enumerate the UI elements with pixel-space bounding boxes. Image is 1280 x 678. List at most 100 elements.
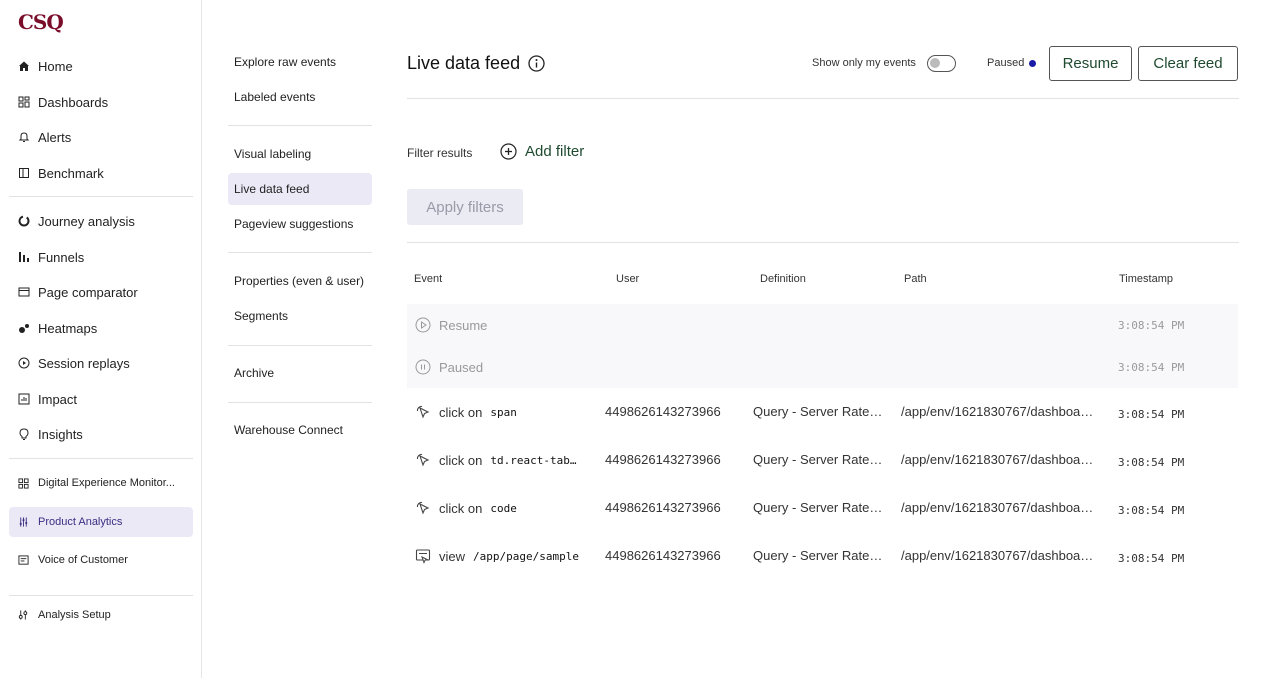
bell-icon xyxy=(18,131,36,143)
nav-page-comparator[interactable]: Page comparator xyxy=(9,277,193,307)
column-header-path[interactable]: Path xyxy=(904,273,927,285)
system-row-resume: Resume 3:08:54 PM xyxy=(407,304,1238,346)
info-icon[interactable] xyxy=(528,55,545,72)
definition-cell: Query - Server Rate Lim... xyxy=(753,452,883,467)
window-icon xyxy=(18,286,36,298)
subnav-visual-labeling[interactable]: Visual labeling xyxy=(228,138,372,170)
nav-label: Page comparator xyxy=(38,284,138,300)
nav-insights[interactable]: Insights xyxy=(9,419,193,449)
system-row-paused: Paused 3:08:54 PM xyxy=(407,346,1238,388)
settings-sliders-icon xyxy=(18,609,36,621)
table-row[interactable]: click on span 4498626143273966 Query - S… xyxy=(407,389,1238,435)
column-header-user[interactable]: User xyxy=(616,273,639,285)
nav-label: Analysis Setup xyxy=(38,609,111,621)
play-circle-icon xyxy=(415,317,431,333)
nav-divider xyxy=(9,595,193,596)
definition-cell: Query - Server Rate Lim... xyxy=(753,500,883,515)
definition-cell: Query - Server Rate Lim... xyxy=(753,548,883,563)
book-icon xyxy=(18,167,36,179)
toggle-knob xyxy=(930,58,940,68)
column-header-definition[interactable]: Definition xyxy=(760,273,806,285)
event-action: click on xyxy=(439,404,483,420)
pointer-click-icon xyxy=(415,500,431,516)
nav-impact[interactable]: Impact xyxy=(9,384,193,414)
nav-journey-analysis[interactable]: Journey analysis xyxy=(9,206,193,236)
nav-benchmark[interactable]: Benchmark xyxy=(9,158,193,188)
nav-session-replays[interactable]: Session replays xyxy=(9,348,193,378)
nav-dashboards[interactable]: Dashboards xyxy=(9,87,193,117)
subnav-live-data-feed[interactable]: Live data feed xyxy=(228,173,372,205)
subnav-pageview-suggestions[interactable]: Pageview suggestions xyxy=(228,208,372,240)
timestamp: 3:08:54 PM xyxy=(1118,552,1185,565)
apply-filters-button[interactable]: Apply filters xyxy=(407,189,523,225)
nav-digital-experience-monitor[interactable]: Digital Experience Monitor... xyxy=(9,468,193,498)
column-header-timestamp[interactable]: Timestamp xyxy=(1119,273,1173,285)
subnav-divider xyxy=(228,345,372,346)
nav-funnels[interactable]: Funnels xyxy=(9,242,193,272)
nav-divider xyxy=(9,196,193,197)
event-cell: view /app/page/sample xyxy=(415,548,579,564)
timestamp: 3:08:54 PM xyxy=(1118,456,1185,469)
subnav-segments[interactable]: Segments xyxy=(228,300,372,332)
path-cell: /app/env/1621830767/dashboards xyxy=(901,548,1096,563)
subnav-warehouse-connect[interactable]: Warehouse Connect xyxy=(228,414,372,446)
nav-label: Journey analysis xyxy=(38,213,135,229)
column-header-event[interactable]: Event xyxy=(414,273,442,285)
nav-label: Funnels xyxy=(38,249,85,265)
chat-box-icon xyxy=(18,554,36,566)
nav-heatmaps[interactable]: Heatmaps xyxy=(9,313,193,343)
show-my-events-label: Show only my events xyxy=(812,57,916,69)
resume-button[interactable]: Resume xyxy=(1049,46,1132,81)
nav-voice-of-customer[interactable]: Voice of Customer xyxy=(9,545,193,575)
path-cell: /app/env/1621830767/dashboards xyxy=(901,452,1096,467)
nav-product-analytics[interactable]: Product Analytics xyxy=(9,507,193,537)
event-target: td.react-table-cell xyxy=(490,453,583,467)
timestamp: 3:08:54 PM xyxy=(1118,319,1185,332)
nav-label: Home xyxy=(38,58,73,74)
subnav-properties[interactable]: Properties (even & user) xyxy=(228,265,372,297)
path-cell: /app/env/1621830767/dashboards xyxy=(901,500,1096,515)
user-cell: 4498626143273966 xyxy=(605,404,721,419)
subnav-divider xyxy=(228,402,372,403)
system-event-label: Paused xyxy=(439,359,484,375)
left-nav: CSQ Home Dashboards Alerts Benchmark Jou… xyxy=(0,0,202,678)
nav-label: Alerts xyxy=(38,129,72,145)
nav-label: Voice of Customer xyxy=(38,554,128,566)
play-circle-icon xyxy=(18,357,36,369)
subnav-labeled-events[interactable]: Labeled events xyxy=(228,81,372,113)
sub-nav: Explore raw events Labeled events Visual… xyxy=(202,0,382,678)
page-view-icon xyxy=(415,548,431,564)
sliders-icon xyxy=(18,516,36,528)
nav-label: Dashboards xyxy=(38,94,109,110)
table-row[interactable]: click on code 4498626143273966 Query - S… xyxy=(407,485,1238,531)
nav-analysis-setup[interactable]: Analysis Setup xyxy=(9,600,193,630)
subnav-explore-raw-events[interactable]: Explore raw events xyxy=(228,46,372,78)
nav-divider xyxy=(9,458,193,459)
definition-cell: Query - Server Rate Lim... xyxy=(753,404,883,419)
monitor-grid-icon xyxy=(18,477,36,489)
event-target: /app/page/sample xyxy=(473,549,579,563)
status-label: Paused xyxy=(987,57,1025,69)
event-cell: click on span xyxy=(415,404,517,420)
path-cell: /app/env/1621830767/dashboards xyxy=(901,404,1096,419)
event-action: click on xyxy=(439,500,483,516)
table-row[interactable]: click on td.react-table-cell 44986261432… xyxy=(407,437,1238,483)
nav-home[interactable]: Home xyxy=(9,51,193,81)
plus-circle-icon xyxy=(500,143,517,160)
subnav-archive[interactable]: Archive xyxy=(228,357,372,389)
timestamp: 3:08:54 PM xyxy=(1118,408,1185,421)
table-row[interactable]: view /app/page/sample 4498626143273966 Q… xyxy=(407,533,1238,579)
header-divider xyxy=(407,98,1239,99)
subnav-divider xyxy=(228,252,372,253)
clear-feed-button[interactable]: Clear feed xyxy=(1138,46,1238,81)
add-filter-button[interactable]: Add filter xyxy=(500,143,584,160)
event-cell: click on td.react-table-cell xyxy=(415,452,582,468)
system-event: Resume xyxy=(415,317,487,333)
nav-alerts[interactable]: Alerts xyxy=(9,122,193,152)
user-cell: 4498626143273966 xyxy=(605,548,721,563)
filter-results-label: Filter results xyxy=(407,146,473,160)
app-logo[interactable]: CSQ xyxy=(18,10,64,34)
timestamp: 3:08:54 PM xyxy=(1118,504,1185,517)
show-my-events-toggle[interactable] xyxy=(927,55,956,72)
event-cell: click on code xyxy=(415,500,517,516)
